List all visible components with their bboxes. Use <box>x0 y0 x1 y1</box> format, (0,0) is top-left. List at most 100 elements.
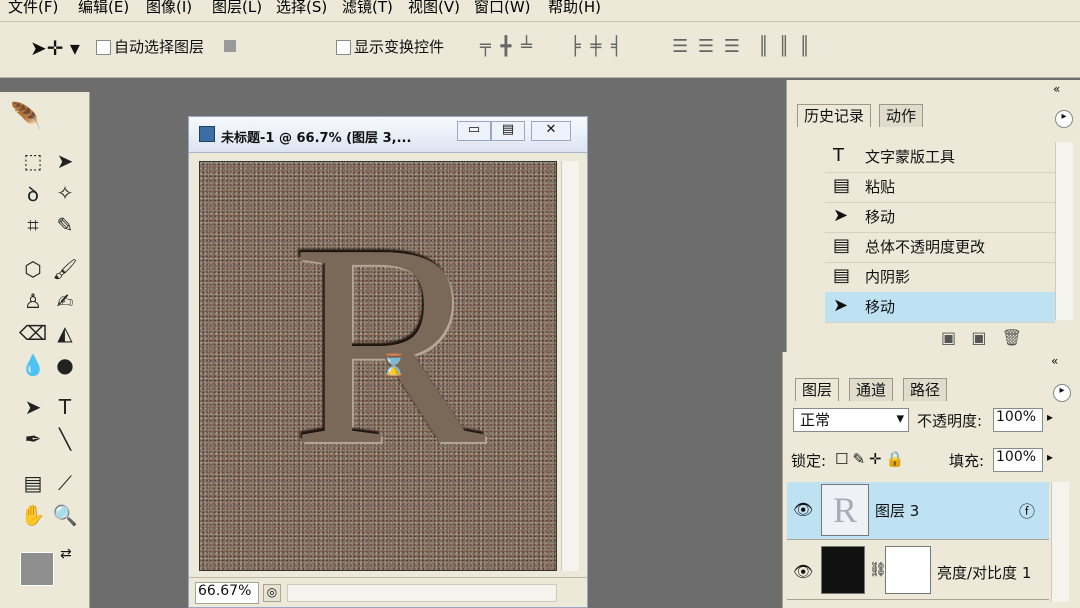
history-state-icon: ▤ <box>833 235 851 256</box>
menu-image[interactable]: 图像(I) <box>146 0 192 17</box>
adjustment-layer-icon <box>821 546 865 594</box>
tab-actions[interactable]: 动作 <box>879 104 924 127</box>
history-item-label: 总体不透明度更改 <box>865 238 986 256</box>
type-tool-icon[interactable]: T <box>50 392 80 422</box>
move-tool-icon[interactable]: ➤ <box>50 146 80 176</box>
history-item[interactable]: T 文字蒙版工具 <box>825 142 1055 173</box>
tab-channels[interactable]: 通道 <box>849 378 894 401</box>
menu-help[interactable]: 帮助(H) <box>548 0 601 17</box>
eraser-tool-icon[interactable]: ⌫ <box>18 318 48 348</box>
history-item-label: 移动 <box>865 298 896 316</box>
lock-options-icon[interactable]: ☐✎✛🔒 <box>835 450 908 468</box>
tab-history[interactable]: 历史记录 <box>797 104 872 127</box>
history-state-icon: ▤ <box>833 175 851 196</box>
blur-tool-icon[interactable]: 💧 <box>18 350 48 380</box>
history-item[interactable]: ▤ 内阴影 <box>825 262 1055 293</box>
lasso-tool-icon[interactable]: ꝺ <box>18 178 48 208</box>
move-tool-preset-icon[interactable]: ➤✛ ▾ <box>30 36 80 60</box>
align-horizontal-icon[interactable]: ╞ ╪ ╡ <box>570 36 624 57</box>
layer-row[interactable]: 👁 ⛓ 亮度/对比度 1 <box>787 540 1049 600</box>
history-item-label: 移动 <box>865 208 896 226</box>
blend-mode-select[interactable]: 正常 ▾ <box>793 408 909 432</box>
move-tool-icon: ➤ <box>833 205 849 226</box>
history-list: T 文字蒙版工具 ▤ 粘贴 ➤ 移动 ▤ 总体不透明度更改 ▤ 内阴影 ➤ 移动 <box>787 128 1080 328</box>
auto-select-dropdown[interactable] <box>224 40 236 52</box>
toolbox: 🪶 ⬚ ➤ ꝺ ✧ ⌗ ✎ ⬡ 🖌 ♙ ✍ ⌫ ◭ 💧 ● ➤ T ✒ ╲ ▤ … <box>0 92 90 608</box>
line-tool-icon[interactable]: ╲ <box>50 424 80 454</box>
layers-panel: « 图层 通道 路径 ▸ 正常 ▾ 不透明度: 100% ▸ 锁定: ☐✎✛🔒 … <box>782 352 1080 608</box>
text-tool-icon: T <box>833 145 844 166</box>
hand-tool-icon[interactable]: ✋ <box>18 500 48 530</box>
pen-tool-icon[interactable]: ✒ <box>18 424 48 454</box>
horizontal-scrollbar[interactable] <box>287 584 557 602</box>
swap-colors-icon[interactable]: ⇄ <box>60 546 72 562</box>
auto-select-label: 自动选择图层 <box>114 38 205 56</box>
history-item-selected[interactable]: ➤ 移动 <box>825 292 1055 323</box>
menu-edit[interactable]: 编辑(E) <box>78 0 129 17</box>
slice-tool-icon[interactable]: ✎ <box>50 210 80 240</box>
layer-effects-icon[interactable]: ⓕ <box>1019 498 1035 522</box>
healing-brush-tool-icon[interactable]: ⬡ <box>18 254 48 284</box>
eyedropper-tool-icon[interactable]: ⟋ <box>50 468 80 498</box>
menu-layer[interactable]: 图层(L) <box>212 0 262 17</box>
tab-paths[interactable]: 路径 <box>903 378 948 401</box>
crop-tool-icon[interactable]: ⌗ <box>18 210 48 240</box>
opacity-field[interactable]: 100% <box>993 408 1043 432</box>
foreground-color-swatch[interactable] <box>20 552 54 586</box>
menu-filter[interactable]: 滤镜(T) <box>342 0 393 17</box>
zoom-tool-icon[interactable]: 🔍 <box>50 500 80 530</box>
show-transform-checkbox[interactable] <box>336 40 351 59</box>
menu-select[interactable]: 选择(S) <box>276 0 327 17</box>
document-canvas[interactable]: R ⌛ <box>199 161 557 571</box>
visibility-eye-icon[interactable]: 👁 <box>793 500 813 519</box>
options-bar: ➤✛ ▾ 自动选择图层 显示变换控件 ╤ ╋ ╧ ╞ ╪ ╡ ☰ ☰ ☰ ║ ║… <box>0 22 1080 78</box>
panel-collapse-icon[interactable]: « <box>1051 354 1058 368</box>
panel-menu-icon[interactable]: ▸ <box>1055 110 1073 128</box>
close-button[interactable]: ✕ <box>531 121 571 141</box>
notes-tool-icon[interactable]: ▤ <box>18 468 48 498</box>
auto-select-checkbox[interactable] <box>96 40 111 59</box>
document-titlebar[interactable]: 未标题-1 @ 66.7% (图层 3,... ▭ ▤ ✕ <box>189 117 587 153</box>
status-menu-icon[interactable]: ◎ <box>263 584 281 602</box>
fill-arrow-icon[interactable]: ▸ <box>1047 450 1053 464</box>
panel-menu-icon[interactable]: ▸ <box>1053 384 1071 402</box>
opacity-arrow-icon[interactable]: ▸ <box>1047 410 1053 424</box>
history-footer-icons[interactable]: ▣ ▣ 🗑 <box>941 328 1022 347</box>
document-vertical-scrollbar[interactable] <box>561 161 579 571</box>
menu-view[interactable]: 视图(V) <box>408 0 460 17</box>
layers-scrollbar[interactable] <box>1051 482 1069 602</box>
document-status-bar: 66.67% ◎ <box>189 577 587 607</box>
minimize-button[interactable]: ▭ <box>457 121 491 141</box>
clone-stamp-tool-icon[interactable]: ♙ <box>18 286 48 316</box>
paint-bucket-tool-icon[interactable]: ◭ <box>50 318 80 348</box>
magic-wand-tool-icon[interactable]: ✧ <box>50 178 80 208</box>
menu-window[interactable]: 窗口(W) <box>474 0 531 17</box>
chevron-down-icon: ▾ <box>896 409 904 427</box>
history-item-label: 文字蒙版工具 <box>865 148 956 166</box>
path-select-tool-icon[interactable]: ➤ <box>18 392 48 422</box>
history-scrollbar[interactable] <box>1055 142 1073 320</box>
marquee-tool-icon[interactable]: ⬚ <box>18 146 48 176</box>
dodge-tool-icon[interactable]: ● <box>50 350 80 380</box>
layer-row-selected[interactable]: 👁 R 图层 3 ⓕ <box>787 482 1049 540</box>
panel-collapse-icon[interactable]: « <box>1053 82 1060 96</box>
tab-layers[interactable]: 图层 <box>795 378 840 401</box>
history-item[interactable]: ▤ 总体不透明度更改 <box>825 232 1055 263</box>
brush-tool-icon[interactable]: 🖌 <box>50 254 80 284</box>
align-buttons-icon[interactable]: ╤ ╋ ╧ <box>480 36 534 57</box>
feather-logo-icon: 🪶 <box>10 102 43 132</box>
history-item[interactable]: ▤ 粘贴 <box>825 172 1055 203</box>
history-item[interactable]: ➤ 移动 <box>825 202 1055 233</box>
visibility-eye-icon[interactable]: 👁 <box>793 562 813 581</box>
distribute-vertical-icon[interactable]: ☰ ☰ ☰ <box>672 36 742 57</box>
zoom-field[interactable]: 66.67% <box>195 582 259 604</box>
menu-bar: 文件(F) 编辑(E) 图像(I) 图层(L) 选择(S) 滤镜(T) 视图(V… <box>0 0 1080 22</box>
menu-file[interactable]: 文件(F) <box>8 0 58 17</box>
canvas-letter: R <box>292 184 486 505</box>
layer-name: 亮度/对比度 1 <box>937 564 1032 582</box>
document-window: 未标题-1 @ 66.7% (图层 3,... ▭ ▤ ✕ R ⌛ 66.67%… <box>188 116 588 608</box>
fill-field[interactable]: 100% <box>993 448 1043 472</box>
maximize-button[interactable]: ▤ <box>491 121 525 141</box>
history-brush-tool-icon[interactable]: ✍ <box>50 286 80 316</box>
distribute-horizontal-icon[interactable]: ║ ║ ║ <box>758 36 812 57</box>
